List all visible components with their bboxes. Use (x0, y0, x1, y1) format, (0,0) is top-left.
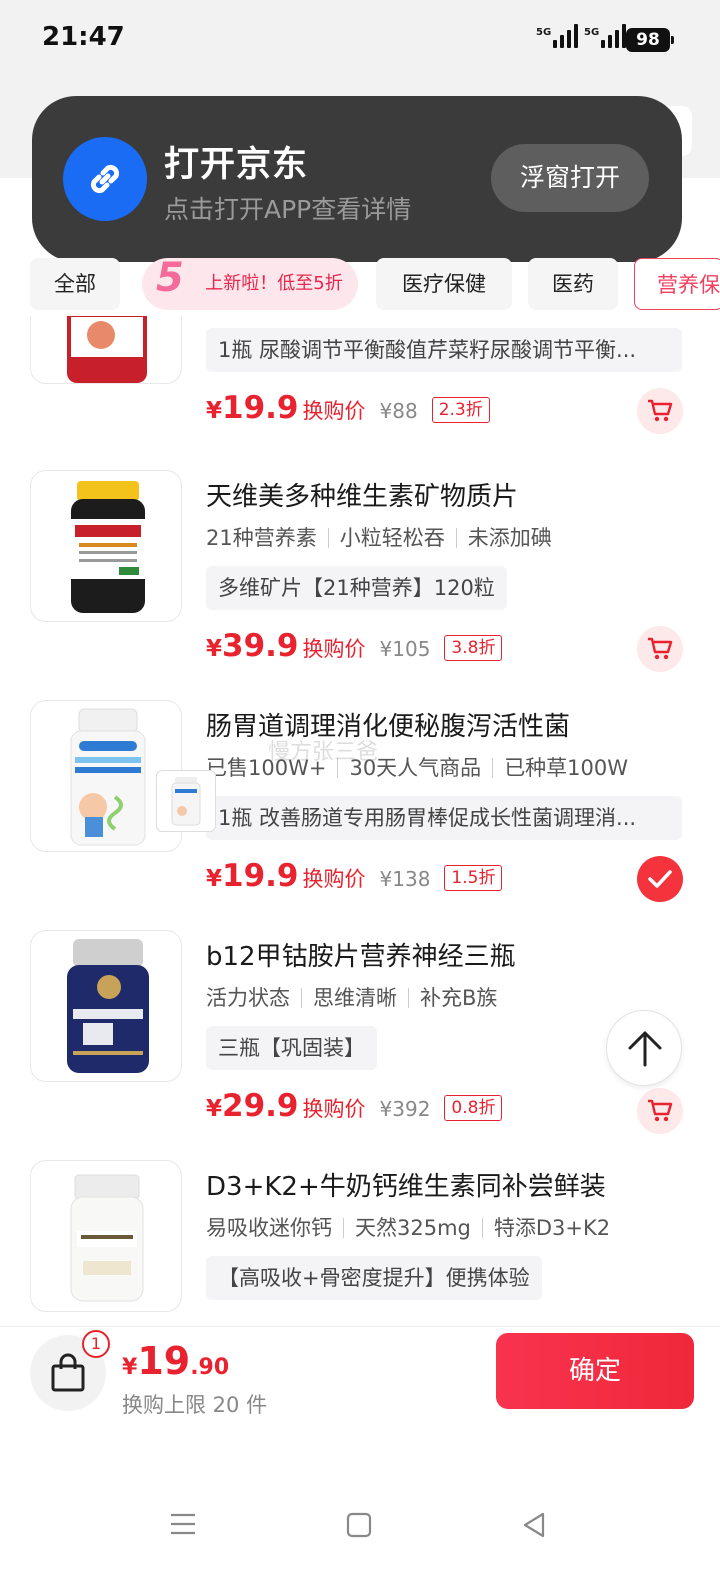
purchase-limit-text: 换购上限 20 件 (122, 1393, 268, 1417)
status-time: 21:47 (42, 22, 125, 52)
total-price: ¥19.90 (122, 1339, 230, 1383)
link-icon (63, 137, 147, 221)
product-image (30, 930, 182, 1082)
open-app-toast[interactable]: 打开京东 点击打开APP查看详情 浮窗打开 (32, 96, 682, 262)
five-badge: 5 (156, 258, 184, 301)
cart-icon (648, 637, 673, 660)
product-price: ¥19.9 换购价 ¥138 1.5折 (206, 858, 503, 902)
product-spec[interactable]: 三瓶【巩固装】 (206, 1026, 377, 1070)
selected-check-button[interactable] (637, 856, 683, 902)
cart-count-badge: 1 (82, 1330, 110, 1358)
tab-new-arrivals-label: 上新啦！低至5折 (205, 273, 343, 294)
check-icon (648, 870, 672, 888)
product-spec[interactable]: 1瓶 尿酸调节平衡酸值芹菜籽尿酸调节平衡... (206, 328, 682, 372)
arrow-up-icon (628, 1031, 662, 1067)
product-item[interactable]: D3+K2+牛奶钙维生素同补尝鲜装 易吸收迷你钙 天然325mg 特添D3+K2 【… (0, 1160, 720, 1326)
float-open-button[interactable]: 浮窗打开 (491, 144, 649, 212)
product-name: b12甲钴胺片营养神经三瓶 (206, 942, 516, 972)
signal-icon: 5G (536, 24, 581, 48)
product-tags: 活力状态 思维清晰 补充B族 (206, 986, 498, 1010)
product-price: ¥39.9 换购价 ¥105 3.8折 (206, 628, 503, 672)
product-name: 天维美多种维生素矿物质片 (206, 482, 519, 512)
home-icon[interactable] (346, 1512, 372, 1538)
tab-medicine[interactable]: 医药 (528, 258, 618, 310)
shopping-bag-icon (51, 1353, 85, 1392)
add-to-cart-button[interactable] (637, 388, 683, 434)
product-name: 肠胃道调理消化便秘腹泻活性菌 (206, 712, 571, 742)
cart-icon (648, 1099, 673, 1122)
floating-mini-thumbnail[interactable] (156, 770, 216, 832)
product-list: 1瓶 尿酸调节平衡酸值芹菜籽尿酸调节平衡... ¥19.9 换购价 ¥88 2.3折 … (0, 316, 720, 1326)
product-spec[interactable]: 【高吸收+骨密度提升】便携体验 (206, 1256, 542, 1300)
toast-subtitle: 点击打开APP查看详情 (164, 195, 412, 224)
product-image (30, 470, 182, 622)
watermark: 慢方张三爸 (268, 740, 379, 765)
add-to-cart-button[interactable] (637, 1088, 683, 1134)
product-item[interactable]: 1瓶 尿酸调节平衡酸值芹菜籽尿酸调节平衡... ¥19.9 换购价 ¥88 2.3折 (0, 316, 720, 462)
product-tags: 21种营养素 小粒轻松吞 未添加碘 (206, 526, 552, 550)
toast-title: 打开京东 (164, 145, 309, 185)
tab-all[interactable]: 全部 (30, 258, 120, 310)
back-to-top-button[interactable] (606, 1010, 682, 1086)
checkout-bar: 1 ¥19.90 换购上限 20 件 确定 (0, 1326, 720, 1446)
product-item[interactable]: 天维美多种维生素矿物质片 21种营养素 小粒轻松吞 未添加碘 多维矿片【21种营养】… (0, 470, 720, 700)
add-to-cart-button[interactable] (637, 626, 683, 672)
cart-icon (648, 399, 673, 422)
menu-icon[interactable] (170, 1512, 196, 1536)
product-spec[interactable]: 多维矿片【21种营养】120粒 (206, 566, 507, 610)
product-spec[interactable]: 1瓶 改善肠道专用肠胃棒促成长性菌调理消... (206, 796, 682, 840)
product-image (30, 316, 182, 384)
category-tabs: 全部 5 上新啦！低至5折 医疗保健 医药 营养保健 (0, 258, 720, 316)
tab-new-arrivals[interactable]: 5 上新啦！低至5折 (142, 258, 358, 310)
tab-healthcare[interactable]: 医疗保健 (376, 258, 512, 310)
battery-icon: 98 (626, 28, 674, 52)
product-tags: 易吸收迷你钙 天然325mg 特添D3+K2 (206, 1216, 611, 1240)
tab-nutrition[interactable]: 营养保健 (634, 258, 720, 310)
signal-icon-2: 5G (584, 24, 629, 48)
product-price: ¥29.9 换购价 ¥392 0.8折 (206, 1088, 503, 1132)
product-name: D3+K2+牛奶钙维生素同补尝鲜装 (206, 1172, 606, 1202)
product-image (30, 1160, 182, 1312)
product-price: ¥19.9 换购价 ¥88 2.3折 (206, 390, 490, 434)
confirm-button[interactable]: 确定 (496, 1333, 694, 1409)
back-icon[interactable] (522, 1512, 546, 1538)
status-bar: 21:47 5G 5G 98 (0, 0, 720, 80)
system-nav-bar (0, 1446, 720, 1584)
